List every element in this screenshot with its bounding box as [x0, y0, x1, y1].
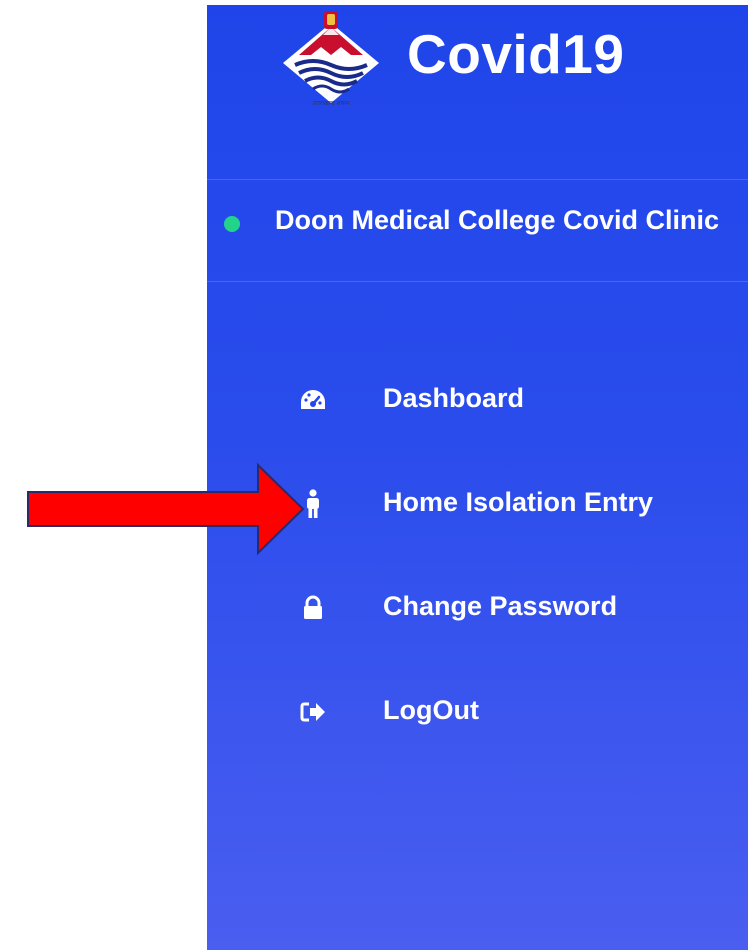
logo-caption: उत्तराखण्ड शासन: [312, 101, 350, 107]
sidebar-item-dashboard[interactable]: Dashboard: [207, 355, 748, 459]
sidebar-item-label: Change Password: [383, 591, 618, 621]
sidebar-item-label: Home Isolation Entry: [383, 487, 654, 517]
app-title: Covid19: [407, 23, 625, 85]
dashboard-gauge-icon: [298, 385, 328, 415]
user-panel[interactable]: Doon Medical College Covid Clinic: [207, 180, 748, 282]
red-arrow-icon: [27, 462, 305, 556]
sidebar-nav: Dashboard Home Isolation Entry Change Pa…: [207, 355, 748, 771]
sidebar-item-label: LogOut: [383, 695, 479, 725]
sidebar-item-change-password[interactable]: Change Password: [207, 563, 748, 667]
lock-icon: [298, 593, 328, 623]
online-status-icon: [224, 216, 240, 232]
user-name: Doon Medical College Covid Clinic: [275, 205, 720, 235]
sidebar-item-logout[interactable]: LogOut: [207, 667, 748, 771]
sidebar-item-label: Dashboard: [383, 383, 525, 413]
page: उत्तराखण्ड शासन Covid19 Doon Medical Col…: [0, 0, 748, 950]
sidebar-brand[interactable]: उत्तराखण्ड शासन Covid19: [207, 5, 748, 180]
sign-out-icon: [298, 697, 328, 727]
